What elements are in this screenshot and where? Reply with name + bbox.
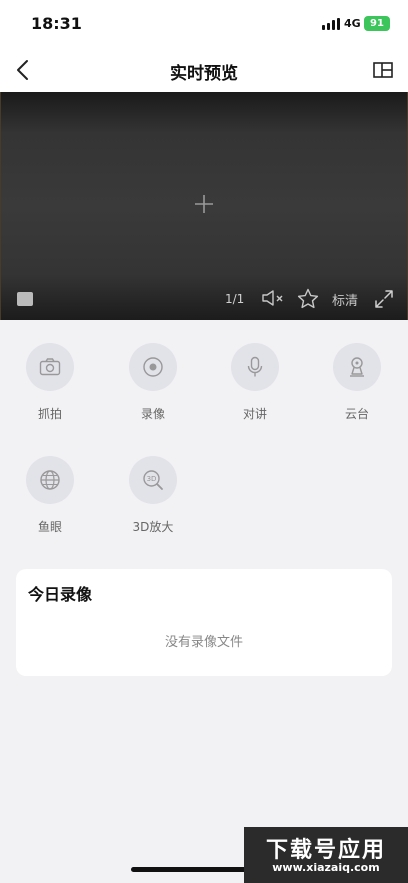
stop-button[interactable] [17,292,33,306]
record-label: 录像 [140,407,165,421]
record-function[interactable]: 录像 [113,343,193,421]
capture-button[interactable] [26,343,74,391]
record-icon [143,357,163,377]
ptz-icon [350,357,364,377]
status-time: 18:31 [31,14,82,33]
page-title: 实时预览 [170,64,238,84]
3d-zoom-icon: 3D [143,470,163,490]
plus-icon [195,195,213,213]
battery-level: 91 [370,18,384,29]
split-layout-icon [373,62,393,78]
favorite-button[interactable] [296,287,320,311]
nav-bar: 实时预览 [0,48,408,92]
fullscreen-button[interactable] [373,288,395,310]
mute-button[interactable] [260,288,286,308]
capture-function[interactable]: 抓拍 [10,343,90,421]
expand-icon [375,290,393,308]
intercom-function[interactable]: 对讲 [215,343,295,421]
section-title: 今日录像 [28,585,93,604]
star-icon [297,288,319,309]
ptz-button[interactable] [333,343,381,391]
intercom-label: 对讲 [242,407,267,421]
video-preview[interactable]: 1/1 标清 [0,92,408,320]
fisheye-icon [40,470,60,490]
signal-icon [322,18,340,30]
ptz-label: 云台 [344,407,369,421]
camera-icon [39,358,61,376]
zoom-3d-function[interactable]: 3D 3D放大 [113,456,193,534]
network-type: 4G [344,17,361,30]
add-channel-button[interactable] [193,193,215,215]
microphone-icon [247,356,263,377]
watermark-url: www.xiazaiq.com [272,861,380,874]
today-recordings-card: 今日录像 没有录像文件 [16,569,392,676]
watermark-logo: 下载号应用 www.xiazaiq.com [244,827,408,883]
fisheye-label: 鱼眼 [37,520,62,534]
layout-button[interactable] [371,58,395,82]
record-button[interactable] [129,343,177,391]
empty-state-text: 没有录像文件 [164,635,243,650]
speaker-muted-icon [262,290,283,306]
watermark-title: 下载号应用 [265,838,386,863]
fisheye-function[interactable]: 鱼眼 [10,456,90,534]
ptz-function[interactable]: 云台 [317,343,397,421]
zoom-3d-button[interactable]: 3D [129,456,177,504]
quality-button[interactable]: 标清 [332,290,358,309]
fisheye-button[interactable] [26,456,74,504]
capture-label: 抓拍 [37,407,62,421]
page-indicator: 1/1 [225,292,245,306]
battery-icon: 91 [364,16,390,31]
svg-text:3D: 3D [147,475,157,483]
intercom-button[interactable] [231,343,279,391]
status-bar: 18:31 4G 91 [0,0,408,48]
zoom-3d-label: 3D放大 [132,520,174,534]
